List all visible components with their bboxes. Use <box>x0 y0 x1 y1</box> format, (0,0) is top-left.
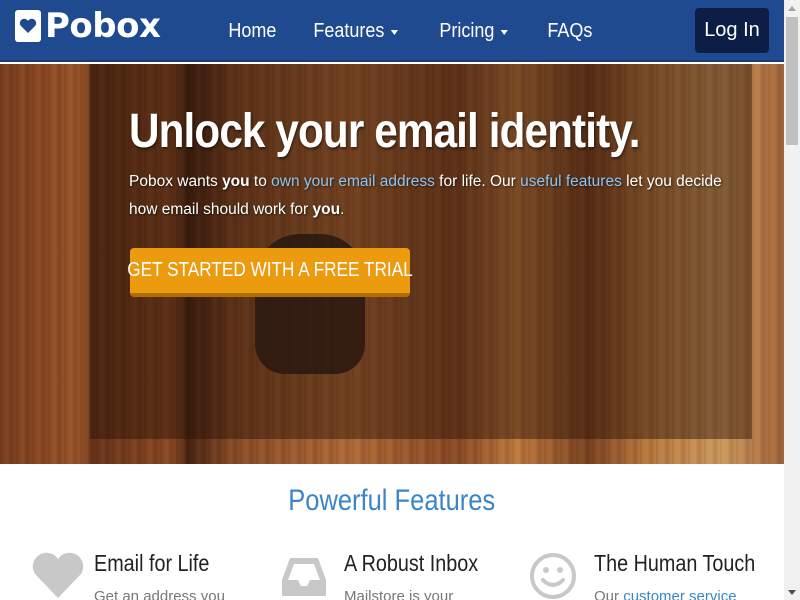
feature-description: Our customer service <box>594 588 737 600</box>
feature-desc-text: Get an address you <box>94 588 225 600</box>
nav-home[interactable]: Home <box>214 20 291 43</box>
heart-logo-icon <box>15 10 41 42</box>
hero-text-part: . <box>340 201 345 218</box>
scrollbar-thumb[interactable] <box>786 17 798 145</box>
scroll-up-arrow-icon[interactable] <box>784 0 800 16</box>
feature-description: Mailstore is your <box>344 588 453 600</box>
caret-down-icon <box>391 29 399 35</box>
hero-text-part: Pobox wants <box>129 173 223 190</box>
brand-logo[interactable]: Pobox <box>15 6 161 46</box>
hero-emphasis: you <box>312 201 341 218</box>
nav-faqs-label: FAQs <box>547 19 593 42</box>
inbox-icon <box>280 548 336 600</box>
free-trial-label: GET STARTED WITH A FREE TRIAL <box>127 259 413 281</box>
nav-menu: Home Features Pricing FAQs <box>214 0 615 62</box>
useful-features-link[interactable]: useful features <box>520 173 622 190</box>
hero-description: Pobox wants you to own your email addres… <box>129 168 729 224</box>
customer-service-link[interactable]: customer service <box>623 588 736 600</box>
hero-emphasis: you <box>222 173 250 190</box>
feature-desc-text: Our <box>594 588 624 600</box>
feature-description: Get an address you <box>94 588 225 600</box>
features-heading: Powerful Features <box>0 484 784 518</box>
features-heading-text: Powerful Features <box>288 484 496 517</box>
feature-title: A Robust Inbox <box>344 550 479 576</box>
brand-name: Pobox <box>45 6 161 46</box>
nav-features-dropdown[interactable]: Features <box>299 20 412 43</box>
feature-title: The Human Touch <box>594 550 756 576</box>
nav-pricing-dropdown[interactable]: Pricing <box>425 20 522 43</box>
nav-features-label: Features <box>313 19 385 42</box>
caret-down-icon <box>501 29 509 35</box>
free-trial-button[interactable]: GET STARTED WITH A FREE TRIAL <box>127 248 413 297</box>
nav-home-label: Home <box>228 19 277 42</box>
nav-faqs[interactable]: FAQs <box>533 20 607 43</box>
heart-icon <box>30 548 86 600</box>
feature-desc-text: Mailstore is your <box>344 588 454 600</box>
hero-banner: Unlock your email identity. Pobox wants … <box>0 64 784 464</box>
scroll-down-arrow-icon[interactable] <box>784 584 800 600</box>
own-email-link[interactable]: own your email address <box>271 173 435 190</box>
nav-pricing-label: Pricing <box>439 19 495 42</box>
hero-text-part: for life. Our <box>434 173 521 190</box>
top-navbar: Pobox Home Features Pricing FAQs Log In <box>0 0 784 62</box>
hero-title: Unlock your email identity. <box>129 105 641 158</box>
smiley-icon <box>530 548 586 600</box>
hero-text-part: to <box>249 173 272 190</box>
feature-title: Email for Life <box>94 550 210 576</box>
login-button[interactable]: Log In <box>695 8 769 53</box>
page-scrollbar[interactable] <box>784 0 800 600</box>
